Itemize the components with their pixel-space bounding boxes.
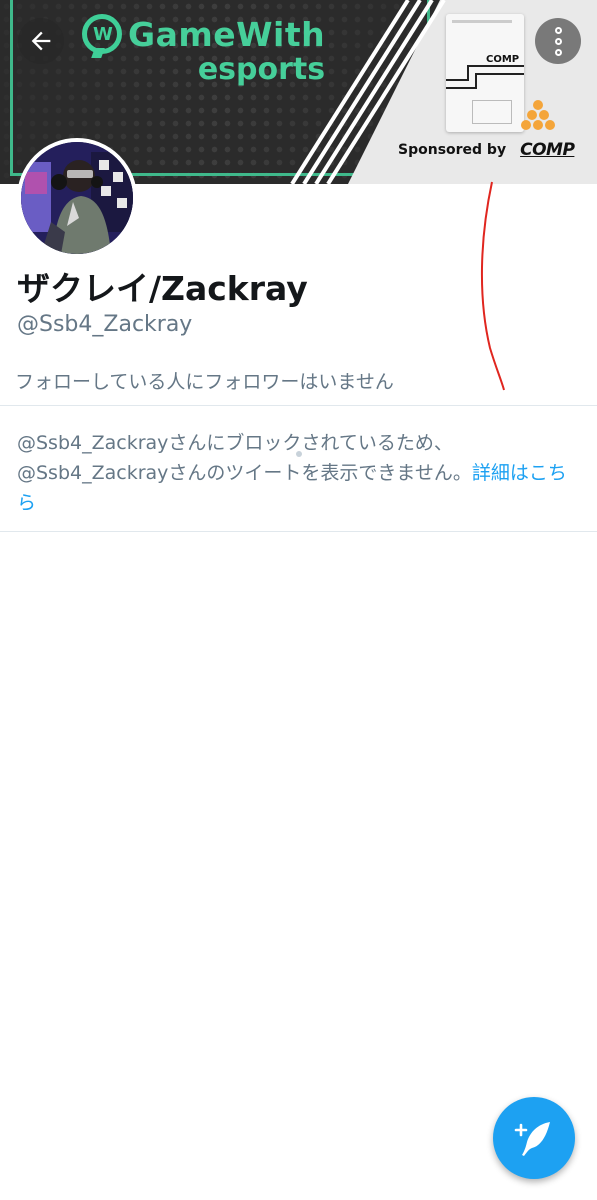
blocked-notice-text: @Ssb4_Zackrayさんにブロックされているため、@Ssb4_Zackra…	[17, 432, 472, 484]
small-dot	[296, 451, 302, 457]
more-dot	[554, 48, 562, 56]
logo-subtext: esports	[197, 52, 326, 87]
display-name: ザクレイ/Zackray	[17, 269, 308, 308]
gamewith-logo: W GameWith esports	[82, 14, 325, 87]
user-handle: @Ssb4_Zackray	[17, 312, 193, 337]
package-label	[472, 100, 512, 124]
more-options-button[interactable]	[535, 18, 581, 64]
product-package-image: COMP	[446, 14, 524, 132]
divider	[0, 405, 597, 406]
back-button[interactable]	[18, 18, 64, 64]
profile-avatar[interactable]	[17, 138, 137, 258]
logo-text: GameWith	[128, 14, 326, 54]
gamewith-logo-icon: W	[82, 14, 122, 54]
red-handwritten-line	[480, 181, 505, 391]
compose-tweet-icon	[514, 1122, 550, 1156]
more-vertical-icon	[554, 26, 562, 34]
divider	[0, 531, 597, 532]
compose-tweet-button[interactable]	[493, 1097, 575, 1179]
blocked-notice: @Ssb4_Zackrayさんにブロックされているため、@Ssb4_Zackra…	[17, 428, 577, 518]
avatar-image	[21, 142, 133, 254]
profile-page: W GameWith esports COMP Sponsored by COM…	[0, 0, 597, 1200]
sponsor-text: Sponsored by	[398, 142, 507, 158]
sponsor-logo: COMP	[520, 140, 575, 160]
arrow-left-icon	[31, 31, 51, 51]
followers-you-know-text[interactable]: フォローしている人にフォロワーはいません	[15, 367, 394, 394]
package-brand: COMP	[486, 54, 520, 65]
sponsor-block: Sponsored by COMP	[398, 140, 575, 160]
more-dot	[554, 37, 562, 45]
